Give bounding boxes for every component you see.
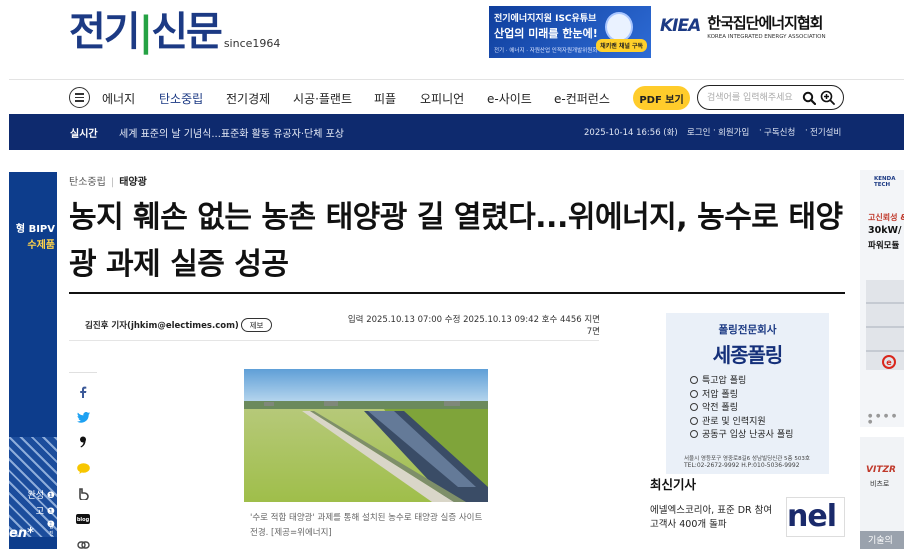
svg-text:blog: blog [77,517,90,523]
facebook-icon[interactable] [76,385,90,399]
nav-item-people[interactable]: 피플 [374,90,396,107]
list-item: 공동구 입상 난공사 폴링 [690,429,793,443]
breadcrumb: 탄소중립 | 태양광 [69,173,147,188]
right-ad2-line3: 기술의 [860,531,904,549]
kiea-logo-icon: KIEA [660,16,701,36]
nav-item-energy[interactable]: 에너지 [102,90,135,107]
right-ad2-line2: 비츠로 [870,480,890,488]
right-ad-line1: 고신뢰성 & [868,213,904,222]
current-datetime: 2025-10-14 16:56 (화) [584,128,678,138]
link-separator: · [713,126,716,136]
nav-item-e-conference[interactable]: e-컨퍼런스 [554,90,610,107]
top-banner-ad[interactable]: 전기에너지지원 ISC유튜브 산업의 미래를 한눈에! 전기 · 에너지 · 자… [489,6,651,58]
left-ad-line2: 수제품 [27,240,55,251]
list-item: 특고압 폴링 [690,375,793,389]
nav-item-opinion[interactable]: 오피니언 [420,90,464,107]
list-item: 관로 및 인력지원 [690,416,793,430]
nav-item-construction[interactable]: 시공·플랜트 [293,90,352,107]
breadcrumb-separator: | [110,177,115,188]
banner-line1: 전기에너지지원 ISC유튜브 [494,14,597,24]
check-circle-icon [690,403,698,411]
latest-news-thumbnail[interactable]: nel [786,497,845,537]
ticker-bar: 실시간 세계 표준의 날 기념식...표준화 활동 유공자·단체 포상 2025… [9,114,904,150]
kiea-name-en: KOREA INTEGRATED ENERGY ASSOCIATION [707,34,826,40]
site-logo[interactable]: 전기|신문 since1964 [69,12,280,52]
right-ad-line3: 파워모듈 [868,241,900,251]
article-byline[interactable]: 김진후 기자(jhkim@electimes.com) [85,319,239,331]
subscribe-link[interactable]: 구독신청 [764,126,795,138]
kakaotalk-icon[interactable] [76,461,90,475]
ticker-headline[interactable]: 세계 표준의 날 기념식...표준화 활동 유공자·단체 포상 [119,125,344,140]
check-circle-icon [690,376,698,384]
check-circle-icon [690,430,698,438]
link-separator: · [805,126,808,136]
comma-icon[interactable] [76,435,90,449]
headline-divider [69,292,845,294]
left-ad-badge1: 완성 ❶ [27,491,56,501]
kiea-name-ko: 한국집단에너지협회 [707,14,823,32]
ticker-label: 실시간 [70,129,98,140]
twitter-icon[interactable] [76,410,90,424]
breadcrumb-subsection[interactable]: 태양광 [119,177,147,188]
band-icon[interactable] [76,487,90,501]
right-side-ad-top[interactable]: KENDA TECH 고신뢰성 & 30kW/ 파워모듈 e ● ● ● ● ● [860,170,904,427]
mid-ad-title: 폴링전문회사 [718,324,777,336]
login-link[interactable]: 로그인 [687,126,710,138]
pdf-view-button[interactable]: PDF 보기 [633,86,690,110]
latest-news-title: 최신기사 [650,477,697,492]
search-icon[interactable] [802,91,816,105]
banner-subscribe-button[interactable]: 채키랜 채널 구독 [596,39,647,52]
left-ad-badge2: 고 ❶ [35,507,55,517]
nav-item-economy[interactable]: 전기경제 [226,90,270,107]
certification-icon: e [882,355,896,369]
mid-ad-address: 서울시 영등포구 영중로8길6 성남빌딩신관 5층 503호 [684,456,810,462]
search-box [697,85,844,110]
search-input[interactable] [707,90,799,105]
sejong-polling-ad[interactable]: 폴링전문회사 세종폴링 특고압 폴링 저압 폴링 악전 폴링 관로 및 인력지원… [666,313,829,474]
right-ad-brand: KENDA TECH [874,176,896,188]
settings-link[interactable]: 전기설비 [810,126,841,138]
left-ad-line1: 형 BIPV [15,224,55,235]
header-divider [9,79,904,80]
kiea-banner[interactable]: KIEA 한국집단에너지협회 KOREA INTEGRATED ENERGY A… [660,12,826,40]
mid-ad-phone: TEL:02-2672-9992 H.P:010-5036-9992 [684,462,800,469]
blog-icon[interactable]: blog [76,512,90,526]
check-circle-icon [690,416,698,425]
nav-item-carbon-neutral[interactable]: 탄소중립 [159,90,203,107]
right-side-ad-bottom[interactable]: VITZR 비츠로 기술의 [860,437,904,549]
share-divider [69,372,97,373]
left-side-ad[interactable]: 형 BIPV 수제품 완성 ❶ 고 ❶ ❶ en* 웹진 [9,172,57,549]
latest-news-item[interactable]: 에넬엑스코리아, 표준 DR 참여 고객사 400개 돌파 [650,504,780,532]
list-item: 저압 폴링 [690,389,793,403]
right-ad2-line1: VITZR [866,465,896,475]
breadcrumb-section[interactable]: 탄소중립 [69,177,106,188]
nav-item-e-site[interactable]: e-사이트 [487,90,532,107]
mid-ad-brand: 세종폴링 [712,343,784,367]
left-ad-brand: en* [9,526,34,541]
left-ad-brand-sup: 웹진 [49,524,54,537]
mascot-icon [605,12,633,42]
hamburger-menu-icon[interactable] [69,87,90,108]
link-icon[interactable] [76,538,90,549]
mid-ad-services: 특고압 폴링 저압 폴링 악전 폴링 관로 및 인력지원 공동구 입상 난공사 … [690,375,793,443]
news-tip-button[interactable]: 제보 [241,318,272,332]
article-headline: 농지 훼손 없는 농촌 태양광 길 열렸다...위에너지, 농수로 태양광 과제… [69,200,843,282]
right-ad-line2: 30kW/ [868,225,902,236]
banner-line2: 산업의 미래를 한눈에! [494,27,598,40]
article-photo[interactable] [244,369,488,502]
check-circle-icon [690,389,698,398]
article-dates: 입력 2025.10.13 07:00 수정 2025.10.13 09:42 … [347,315,600,337]
logo-since: since1964 [223,37,281,50]
zoom-in-icon[interactable] [820,90,835,105]
signup-link[interactable]: 회원가입 [718,126,749,138]
logo-wordmark: 전기|신문 [69,9,223,55]
photo-caption: '수로 적합 태양광' 과제를 통해 설치된 농수로 태양광 실증 사이트 전경… [250,513,483,538]
banner-line3: 전기 · 에너지 · 자원산업 인적자원개발위원회 [494,48,598,54]
link-separator: · [759,126,762,136]
thumbnail-text: nel [787,499,837,534]
carousel-dots[interactable]: ● ● ● ● ● [868,413,904,425]
list-item: 악전 폴링 [690,402,793,416]
meta-divider [69,340,599,341]
